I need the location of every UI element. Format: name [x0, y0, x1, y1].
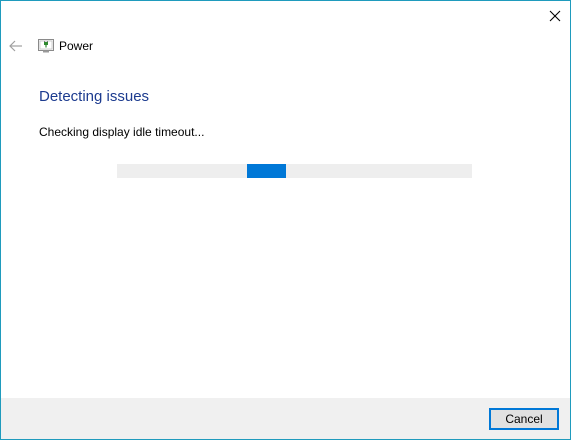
status-text: Checking display idle timeout...: [39, 125, 205, 139]
window-title: Power: [59, 39, 94, 53]
close-button[interactable]: [541, 2, 569, 30]
page-heading: Detecting issues: [39, 88, 150, 105]
close-icon: [549, 10, 561, 22]
cancel-button[interactable]: Cancel: [489, 408, 559, 430]
progress-indicator: [247, 164, 286, 178]
footer-bar: Cancel: [1, 398, 570, 439]
progress-bar: [117, 164, 472, 178]
back-arrow-icon: [9, 40, 22, 52]
power-troubleshooter-icon: [38, 39, 54, 53]
troubleshooter-window: Power Detecting issues Checking display …: [0, 0, 571, 440]
back-button[interactable]: [6, 36, 26, 56]
